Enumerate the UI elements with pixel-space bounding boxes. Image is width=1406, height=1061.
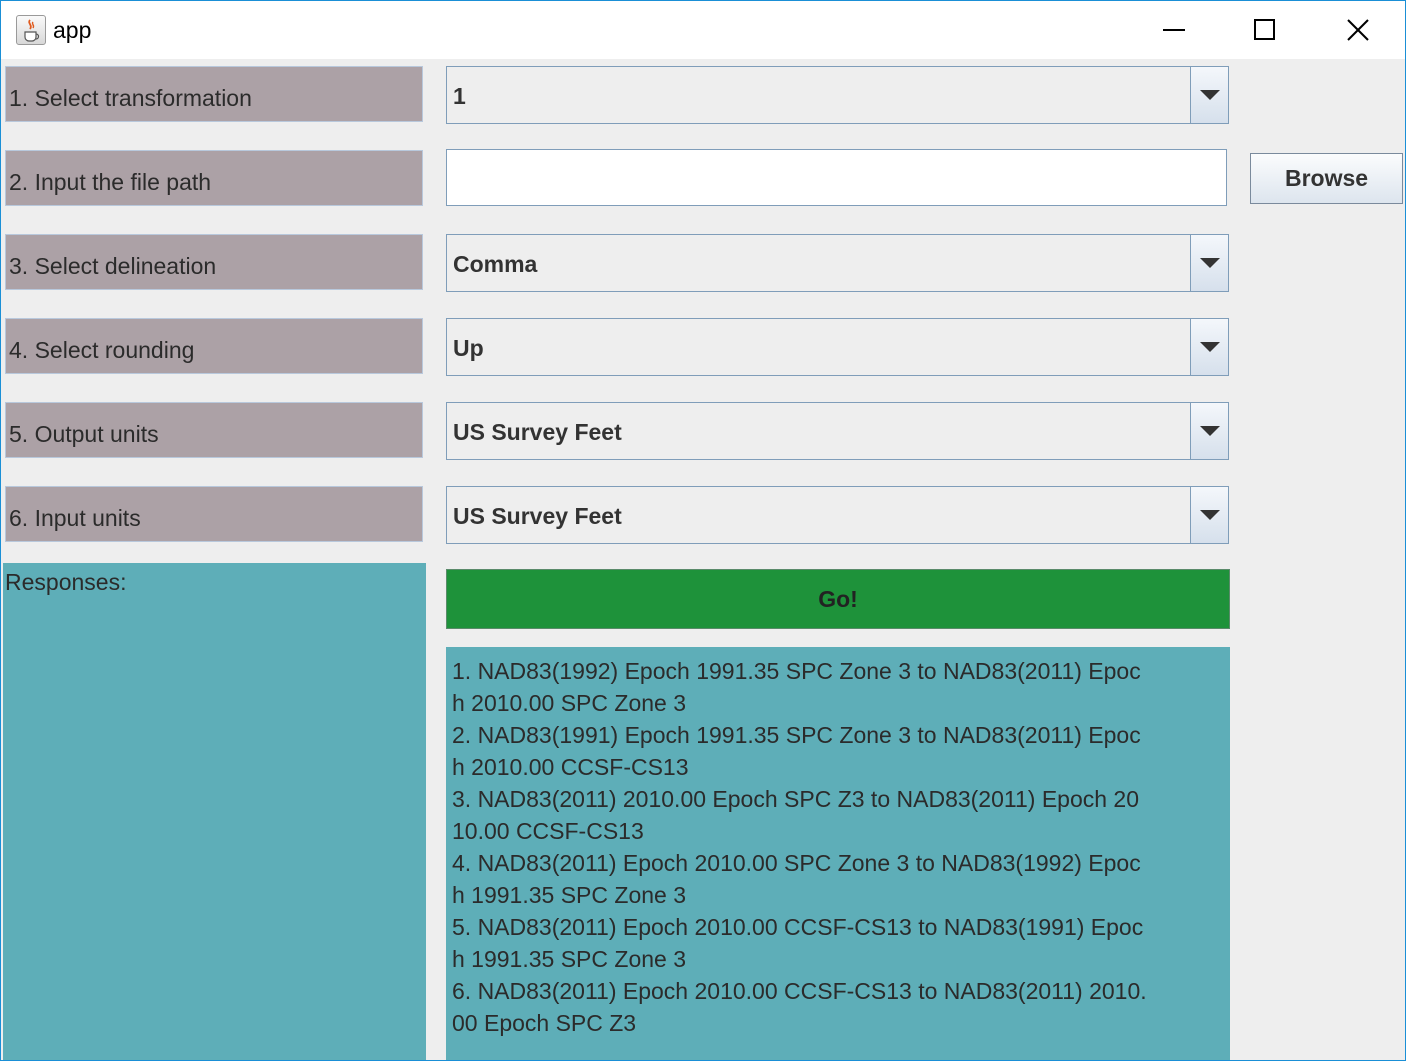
delineation-label: 3. Select delineation — [5, 234, 423, 290]
rounding-value: Up — [453, 335, 484, 361]
delineation-combo[interactable]: Comma — [446, 234, 1229, 292]
app-window: app 1. Select transformation 1 2. Input … — [0, 0, 1406, 1061]
responses-label: Responses: — [5, 569, 127, 595]
chevron-down-icon — [1200, 342, 1220, 352]
file-path-label: 2. Input the file path — [5, 150, 423, 206]
chevron-down-icon — [1200, 510, 1220, 520]
maximize-icon — [1254, 19, 1275, 40]
transformation-label: 1. Select transformation — [5, 66, 423, 122]
responses-panel: Responses: — [3, 563, 426, 1060]
file-path-input[interactable] — [446, 149, 1227, 206]
maximize-button[interactable] — [1219, 1, 1311, 59]
delineation-value: Comma — [453, 251, 538, 277]
chevron-down-icon — [1200, 258, 1220, 268]
rounding-combo[interactable]: Up — [446, 318, 1229, 376]
rounding-label: 4. Select rounding — [5, 318, 423, 374]
browse-button[interactable]: Browse — [1250, 153, 1403, 204]
input-units-combo[interactable]: US Survey Feet — [446, 486, 1229, 544]
output-units-combo[interactable]: US Survey Feet — [446, 402, 1229, 460]
delineation-dropdown-button[interactable] — [1190, 235, 1228, 291]
close-icon — [1347, 19, 1369, 41]
output-units-label: 5. Output units — [5, 402, 423, 458]
input-units-value: US Survey Feet — [453, 503, 622, 529]
output-units-dropdown-button[interactable] — [1190, 403, 1228, 459]
chevron-down-icon — [1200, 90, 1220, 100]
input-units-dropdown-button[interactable] — [1190, 487, 1228, 543]
input-units-label: 6. Input units — [5, 486, 423, 542]
java-cup-icon — [16, 15, 46, 45]
close-button[interactable] — [1312, 1, 1404, 59]
window-title: app — [53, 17, 92, 43]
rounding-dropdown-button[interactable] — [1190, 319, 1228, 375]
minimize-button[interactable] — [1128, 1, 1220, 59]
chevron-down-icon — [1200, 426, 1220, 436]
output-units-value: US Survey Feet — [453, 419, 622, 445]
minimize-icon — [1163, 29, 1185, 31]
transformation-value: 1 — [453, 83, 466, 109]
title-bar[interactable]: app — [1, 1, 1405, 59]
transformation-combo[interactable]: 1 — [446, 66, 1229, 124]
transformation-options-textarea[interactable]: 1. NAD83(1992) Epoch 1991.35 SPC Zone 3 … — [446, 647, 1230, 1060]
transformation-dropdown-button[interactable] — [1190, 67, 1228, 123]
go-button[interactable]: Go! — [446, 569, 1230, 629]
transformation-options-text: 1. NAD83(1992) Epoch 1991.35 SPC Zone 3 … — [452, 658, 1147, 1036]
